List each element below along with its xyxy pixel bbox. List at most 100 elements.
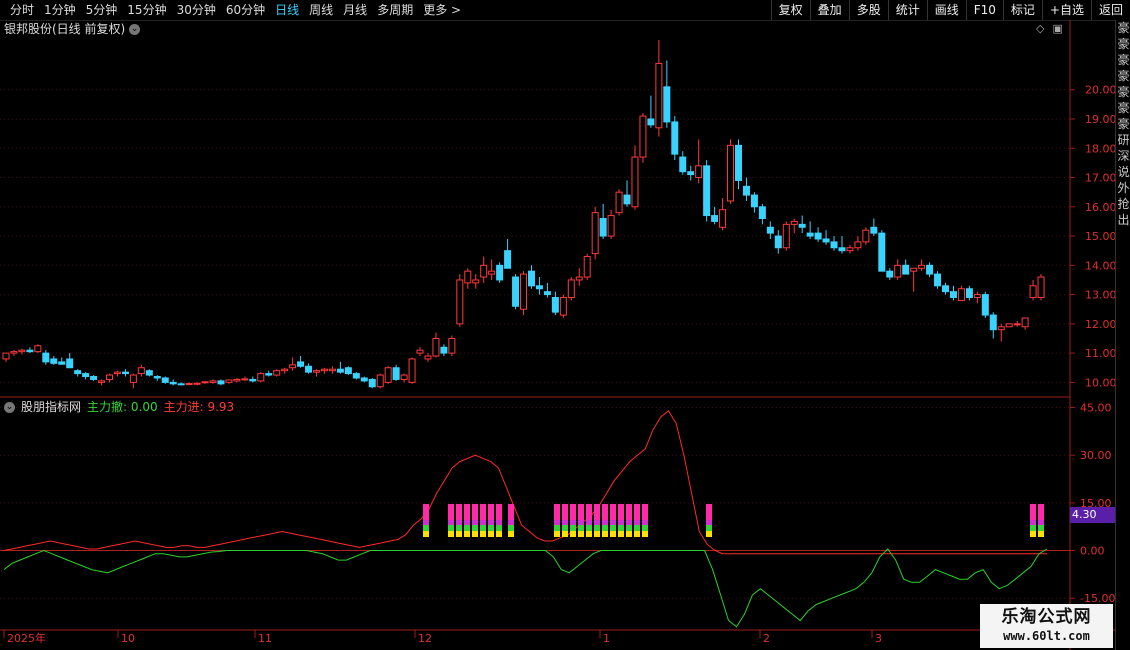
side-tab-10[interactable]: 外 <box>1116 180 1130 196</box>
tab-6[interactable]: 日线 <box>271 2 305 18</box>
signal-bar-segment <box>472 531 478 537</box>
candle-body <box>177 383 185 386</box>
candle-body <box>941 285 949 293</box>
candle-body <box>129 374 137 383</box>
tool-button-2[interactable]: 多股 <box>848 0 888 20</box>
side-tab-1[interactable]: 豪 <box>1116 36 1130 52</box>
side-tab-5[interactable]: 豪 <box>1116 100 1130 116</box>
chevron-down-icon[interactable]: ⌄ <box>4 401 15 413</box>
signal-bar-segment <box>578 520 584 525</box>
signal-bar-segment <box>610 525 616 531</box>
tool-button-7[interactable]: +自选 <box>1041 0 1091 20</box>
tool-button-8[interactable]: 返回 <box>1090 0 1130 20</box>
candle-body <box>145 370 153 376</box>
signal-bar-segment <box>554 504 560 520</box>
side-tab-11[interactable]: 抢 <box>1116 196 1130 212</box>
signal-bar-segment <box>562 525 568 531</box>
right-side-panel[interactable]: 豪豪豪豪豪豪豪研深说外抢出 <box>1115 20 1130 650</box>
tool-button-0[interactable]: 复权 <box>770 0 810 20</box>
candle-body <box>766 226 774 234</box>
side-tab-2[interactable]: 豪 <box>1116 52 1130 68</box>
side-tab-7[interactable]: 研 <box>1116 132 1130 148</box>
tab-2[interactable]: 5分钟 <box>82 2 124 18</box>
signal-bar-segment <box>448 504 454 520</box>
candle-body <box>305 365 313 373</box>
tab-7[interactable]: 周线 <box>305 2 339 18</box>
signal-bar-segment <box>480 531 486 537</box>
candle-body <box>225 379 233 383</box>
signal-bar-segment <box>562 504 568 520</box>
candle-body <box>575 276 583 281</box>
candle-body <box>257 373 265 382</box>
signal-bar-segment <box>610 504 616 520</box>
tool-button-1[interactable]: 叠加 <box>809 0 849 20</box>
signal-bar-segment <box>578 531 584 537</box>
side-tab-6[interactable]: 豪 <box>1116 116 1130 132</box>
candle-body <box>711 215 719 222</box>
y-tick-label: 14.00 <box>1085 259 1115 272</box>
candle-body <box>42 352 50 363</box>
tool-button-5[interactable]: F10 <box>965 0 1003 20</box>
candle-body <box>416 349 424 354</box>
tab-3[interactable]: 15分钟 <box>123 2 172 18</box>
side-tab-4[interactable]: 豪 <box>1116 84 1130 100</box>
tab-4[interactable]: 30分钟 <box>173 2 222 18</box>
sub-y-tick-label: 30.00 <box>1080 449 1112 462</box>
signal-bar-segment <box>508 504 514 520</box>
candle-body <box>249 378 257 382</box>
candle-body <box>671 121 679 155</box>
signal-bar-segment <box>554 520 560 525</box>
candle-body <box>352 373 360 379</box>
signal-bar-segment <box>496 531 502 537</box>
signal-bar-segment <box>423 531 429 537</box>
side-tab-3[interactable]: 豪 <box>1116 68 1130 84</box>
candle-body <box>320 368 328 372</box>
candle-body <box>782 223 790 249</box>
candle-body <box>50 358 58 364</box>
side-tab-9[interactable]: 说 <box>1116 164 1130 180</box>
signal-bar-segment <box>508 531 514 537</box>
tab-10[interactable]: 更多 > <box>419 2 467 18</box>
tool-button-4[interactable]: 画线 <box>926 0 966 20</box>
candle-body <box>313 370 321 373</box>
indicator-name: 股朋指标网 <box>21 400 82 414</box>
side-tab-8[interactable]: 深 <box>1116 148 1130 164</box>
signal-bar-segment <box>554 525 560 531</box>
x-tick-label: 10 <box>121 632 135 645</box>
candle-body <box>26 349 34 353</box>
candle-body <box>981 294 989 316</box>
signal-bar-segment <box>562 520 568 525</box>
signal-bar-segment <box>488 520 494 525</box>
candle-body <box>878 232 886 272</box>
signal-bar-segment <box>1038 525 1044 531</box>
side-tab-12[interactable]: 出 <box>1116 212 1130 228</box>
candle-body <box>400 374 408 380</box>
candle-body <box>209 380 217 383</box>
signal-bar-segment <box>642 525 648 531</box>
candle-body <box>567 279 575 299</box>
tool-button-6[interactable]: 标记 <box>1002 0 1042 20</box>
kline-chart[interactable]: 20.0019.0018.0017.0016.0015.0014.0013.00… <box>0 20 1115 650</box>
tab-1[interactable]: 1分钟 <box>40 2 82 18</box>
candle-body <box>121 371 129 375</box>
signal-bar-segment <box>423 504 429 520</box>
tab-9[interactable]: 多周期 <box>373 2 419 18</box>
candle-body <box>464 270 472 284</box>
candle-body <box>631 156 639 208</box>
signal-bar-segment <box>642 520 648 525</box>
tool-button-3[interactable]: 统计 <box>887 0 927 20</box>
side-tab-0[interactable]: 豪 <box>1116 20 1130 36</box>
candle-body <box>448 337 456 354</box>
candle-body <box>615 191 623 214</box>
tab-0[interactable]: 分时 <box>6 2 40 18</box>
x-tick-label: 2 <box>763 632 770 645</box>
signal-bar-segment <box>488 531 494 537</box>
signal-bar-segment <box>1038 520 1044 525</box>
tab-5[interactable]: 60分钟 <box>222 2 271 18</box>
candle-body <box>910 267 918 272</box>
tab-8[interactable]: 月线 <box>339 2 373 18</box>
logo-line2: www.60lt.com <box>1003 629 1090 643</box>
signal-bar-segment <box>618 531 624 537</box>
candle-body <box>663 86 671 123</box>
candle-body <box>703 165 711 217</box>
